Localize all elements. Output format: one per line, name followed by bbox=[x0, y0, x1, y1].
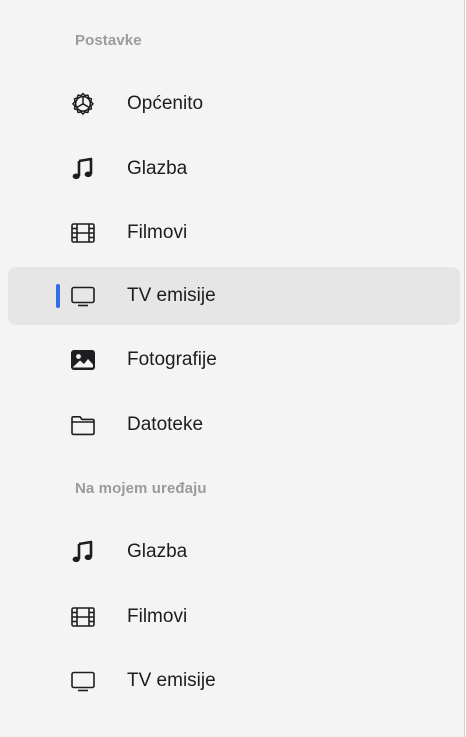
music-note-icon bbox=[70, 539, 96, 565]
sidebar-item-device-movies[interactable]: Filmovi bbox=[8, 588, 460, 646]
sidebar: Postavke Općenito Glazba Filmovi TV emis… bbox=[0, 0, 465, 737]
sidebar-item-tv-shows[interactable]: TV emisije bbox=[8, 267, 460, 325]
section-header-on-my-device: Na mojem uređaju bbox=[75, 480, 207, 497]
film-icon bbox=[70, 604, 96, 630]
sidebar-item-label: Filmovi bbox=[127, 222, 188, 243]
sidebar-item-movies[interactable]: Filmovi bbox=[8, 204, 460, 262]
sidebar-item-label: TV emisije bbox=[127, 670, 216, 691]
sidebar-item-label: Datoteke bbox=[127, 414, 204, 435]
section-header-settings: Postavke bbox=[75, 32, 142, 49]
sidebar-item-music[interactable]: Glazba bbox=[8, 140, 460, 198]
sidebar-item-label: TV emisije bbox=[127, 285, 216, 306]
selection-indicator bbox=[56, 284, 60, 308]
sidebar-item-general[interactable]: Općenito bbox=[8, 75, 460, 133]
sidebar-item-label: Općenito bbox=[127, 93, 204, 114]
sidebar-item-label: Glazba bbox=[127, 541, 188, 562]
tv-icon bbox=[70, 283, 96, 309]
film-icon bbox=[70, 220, 96, 246]
sidebar-item-label: Filmovi bbox=[127, 606, 188, 627]
tv-icon bbox=[70, 668, 96, 694]
gear-icon bbox=[70, 91, 96, 117]
sidebar-item-device-tv-shows[interactable]: TV emisije bbox=[8, 652, 460, 710]
sidebar-item-device-music[interactable]: Glazba bbox=[8, 523, 460, 581]
sidebar-item-label: Fotografije bbox=[127, 349, 217, 370]
sidebar-item-photos[interactable]: Fotografije bbox=[8, 331, 460, 389]
sidebar-item-files[interactable]: Datoteke bbox=[8, 396, 460, 454]
folder-icon bbox=[70, 412, 96, 438]
photo-icon bbox=[70, 347, 96, 373]
music-note-icon bbox=[70, 156, 96, 182]
sidebar-item-label: Glazba bbox=[127, 158, 188, 179]
